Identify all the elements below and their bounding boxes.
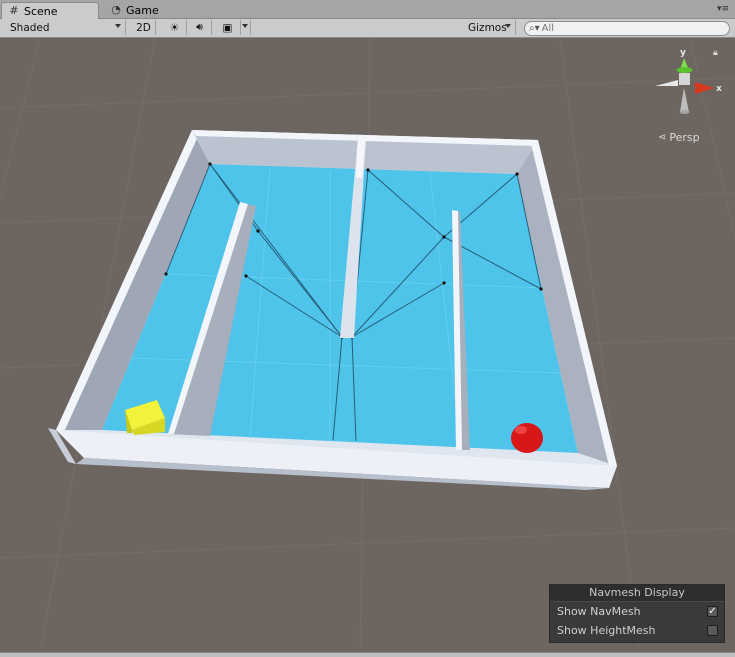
lock-icon[interactable]: 🔒︎ <box>713 48 718 58</box>
shading-mode-label: Shaded <box>10 21 50 34</box>
sun-icon: ☀ <box>169 21 180 34</box>
navmesh-display-panel: Navmesh Display Show NavMesh ✓ Show Heig… <box>549 584 725 643</box>
gizmos-label: Gizmos <box>468 21 507 34</box>
scene-toolbar: Shaded 2D ☀ 🔊︎ ▣ Gizmos ⌕▾ All <box>0 19 735 38</box>
panel-menu-icon[interactable]: ▾≡ <box>717 4 729 14</box>
chevron-down-icon <box>505 24 511 28</box>
tab-scene[interactable]: # Scene <box>1 2 99 19</box>
effects-dropdown-button[interactable] <box>241 20 251 35</box>
2d-label: 2D <box>136 21 151 34</box>
2d-toggle-button[interactable]: 2D <box>132 20 156 35</box>
navmesh-display-title: Navmesh Display <box>550 585 724 602</box>
perspective-icon: ⋖ <box>658 132 667 143</box>
bottom-border <box>0 652 735 657</box>
scene-viewport[interactable] <box>0 38 735 652</box>
shading-mode-dropdown[interactable]: Shaded <box>4 20 126 35</box>
search-input[interactable]: ⌕▾ All <box>524 21 730 36</box>
show-navmesh-label: Show NavMesh <box>557 605 641 618</box>
projection-label: Persp <box>669 131 700 144</box>
pacman-icon: ◔ <box>111 3 121 16</box>
image-icon: ▣ <box>222 21 233 34</box>
tab-label: Scene <box>24 4 58 18</box>
gizmo-y-label: y <box>680 48 686 58</box>
grid-icon: # <box>9 4 19 17</box>
chevron-down-icon <box>115 24 121 28</box>
lighting-toggle-button[interactable]: ☀ <box>163 20 187 35</box>
search-icon: ⌕▾ <box>529 23 540 34</box>
chevron-down-icon <box>242 24 248 28</box>
gizmo-center-cube[interactable] <box>679 73 690 85</box>
show-heightmesh-checkbox[interactable] <box>707 625 718 636</box>
audio-toggle-button[interactable]: 🔊︎ <box>188 20 212 35</box>
show-navmesh-row[interactable]: Show NavMesh ✓ <box>550 602 724 621</box>
show-heightmesh-label: Show HeightMesh <box>557 624 656 637</box>
show-navmesh-checkbox[interactable]: ✓ <box>707 606 718 617</box>
gizmo-x-label: x <box>716 84 722 94</box>
tab-bar: # Scene ◔ Game ▾≡ <box>0 0 735 19</box>
red-agent-sphere[interactable] <box>511 423 543 453</box>
gizmo-x-cone[interactable] <box>695 82 714 94</box>
search-placeholder: All <box>541 23 555 34</box>
speaker-icon: 🔊︎ <box>196 21 203 33</box>
gizmos-dropdown[interactable]: Gizmos <box>462 20 516 35</box>
projection-toggle[interactable]: ⋖ Persp <box>658 131 700 144</box>
show-heightmesh-row[interactable]: Show HeightMesh <box>550 621 724 640</box>
tab-label: Game <box>126 3 159 17</box>
effects-toggle-button[interactable]: ▣ <box>215 20 241 35</box>
gizmo-neg-x-cone[interactable] <box>655 80 678 86</box>
gizmo-neg-y-cone[interactable] <box>680 88 689 112</box>
scene-render <box>0 38 735 652</box>
tab-game[interactable]: ◔ Game <box>104 2 186 18</box>
